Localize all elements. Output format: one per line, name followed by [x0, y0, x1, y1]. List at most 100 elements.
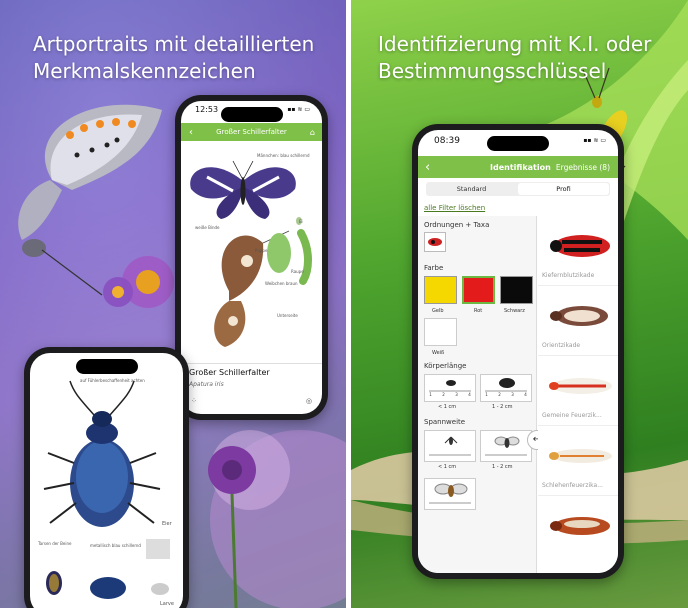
- result-name: Orientzikade: [542, 342, 581, 349]
- headline-right-line2: Bestimmungsschlüssel: [378, 59, 607, 83]
- footprint-icon[interactable]: ⁘: [191, 397, 197, 405]
- identification-nav-bar: ‹ Identifikation Ergebnisse (8): [418, 156, 618, 178]
- result-item[interactable]: Orientzikade: [538, 286, 618, 356]
- small-bug-icon: [429, 380, 471, 392]
- headline-left-line2: Merkmalskennzeichen: [33, 59, 256, 83]
- species-latin-name: Apatura iris: [189, 381, 224, 388]
- result-name: Kiefernblutzikade: [542, 272, 595, 279]
- color-label-red: Rot: [474, 308, 483, 314]
- status-icons: ▪▪ ≋ ▭: [287, 106, 310, 113]
- species-header-bar: ‹ Großer Schillerfalter ⌂: [181, 123, 322, 141]
- color-swatch-red[interactable]: [462, 276, 495, 304]
- headline-left-line1: Artportraits mit detaillierten: [33, 32, 315, 56]
- caption-white-band: weiße Binde: [195, 225, 220, 230]
- status-time: 12:53: [195, 105, 219, 114]
- ruler-ticks: 1 2 3 4: [424, 392, 476, 397]
- body-length-small[interactable]: [424, 374, 476, 402]
- back-chevron-icon[interactable]: ‹: [425, 160, 430, 175]
- segment-standard[interactable]: Standard: [426, 182, 517, 196]
- large-fly-icon: [429, 483, 471, 504]
- phone-screen: auf Fühlerbeschaffenheit achten Tarsen d…: [30, 353, 183, 608]
- result-item[interactable]: Kiefernblutzikade: [538, 216, 618, 286]
- ruler-tick: 3: [455, 392, 458, 397]
- headline-right-line1: Identifizierung mit K.I. oder: [378, 32, 652, 56]
- phone-screen: 08:39 ▪▪ ≋ ▭ ‹ Identifikation Ergebnisse…: [418, 130, 618, 573]
- body-length-small-label: < 1 cm: [438, 404, 457, 410]
- caption-egg: Ei: [299, 219, 303, 224]
- result-insect-image: [549, 378, 612, 394]
- ruler-tick: 3: [511, 392, 514, 397]
- status-time: 08:39: [434, 136, 460, 146]
- species-illustration: [190, 160, 312, 347]
- body-length-medium[interactable]: [480, 374, 532, 402]
- home-icon[interactable]: ⌂: [310, 128, 315, 137]
- order-filter-chip[interactable]: [424, 232, 446, 252]
- color-label-white: Weiß: [432, 350, 445, 356]
- phone-beetle-portrait: auf Fühlerbeschaffenheit achten Tarsen d…: [24, 347, 189, 608]
- species-header-title: Großer Schillerfalter: [216, 128, 287, 136]
- body-length-medium-label: 1 - 2 cm: [492, 404, 513, 410]
- dynamic-island: [75, 359, 138, 374]
- nav-title: Identifikation: [490, 162, 551, 172]
- phone-species-portrait: 12:53 ▪▪ ≋ ▭ ‹ Großer Schillerfalter ⌂ M…: [175, 95, 328, 420]
- wingspan-medium[interactable]: [480, 430, 532, 462]
- mode-segmented-control: Standard Profi: [426, 182, 610, 196]
- wingspan-small[interactable]: [424, 430, 476, 462]
- color-swatch-white[interactable]: [424, 318, 457, 346]
- left-promo-panel: Artportraits mit detaillierten Merkmalsk…: [0, 0, 346, 608]
- results-link[interactable]: Ergebnisse (8): [556, 163, 610, 172]
- caption-larva: Larve: [160, 601, 174, 607]
- result-insect-image: [549, 449, 612, 463]
- section-body-length-label: Körperlänge: [424, 362, 467, 370]
- color-swatch-yellow[interactable]: [424, 276, 457, 304]
- section-color-label: Farbe: [424, 264, 444, 272]
- color-label-black: Schwarz: [504, 308, 525, 314]
- caption-antennae: auf Fühlerbeschaffenheit achten: [80, 378, 145, 383]
- species-name: Großer Schillerfalter: [189, 368, 270, 377]
- back-chevron-icon[interactable]: ‹: [189, 127, 193, 138]
- caption-egg: Eier: [162, 521, 172, 527]
- phone-identification: 08:39 ▪▪ ≋ ▭ ‹ Identifikation Ergebnisse…: [412, 124, 624, 579]
- color-label-yellow: Gelb: [432, 308, 444, 314]
- bike-icon[interactable]: ◎: [306, 397, 312, 405]
- ruler-tick: 1: [429, 392, 432, 397]
- wingspan-small-label: < 1 cm: [438, 464, 457, 470]
- caption-pupa: Puppe: [255, 248, 268, 253]
- result-item[interactable]: [538, 496, 618, 566]
- right-promo-panel: Identifizierung mit K.I. oder Bestimmung…: [351, 0, 688, 608]
- color-swatch-black[interactable]: [500, 276, 533, 304]
- caption-caterpillar: Raupe: [291, 269, 304, 274]
- section-orders-label: Ordnungen + Taxa: [424, 221, 490, 229]
- ruler-tick: 2: [442, 392, 445, 397]
- result-name: Schlehenfeuerzika...: [542, 482, 603, 489]
- headline-right: Identifizierung mit K.I. oder Bestimmung…: [378, 31, 651, 85]
- ruler-ticks: 1 2 3 4: [480, 392, 532, 397]
- ruler-tick: 4: [524, 392, 527, 397]
- result-insect-image: [550, 306, 608, 326]
- dynamic-island: [220, 107, 283, 122]
- result-item[interactable]: Schlehenfeuerzika...: [538, 426, 618, 496]
- medium-fly-icon: [485, 436, 527, 456]
- wingspan-medium-label: 1 - 2 cm: [492, 464, 513, 470]
- result-insect-image: [550, 517, 610, 535]
- caption-male-wings: Männchen: blau schillernd: [257, 153, 310, 158]
- dynamic-island: [487, 136, 549, 151]
- beetle-illustration: [43, 380, 170, 599]
- divider: [181, 363, 322, 364]
- results-column: Kiefernblutzikade Orientzikade Gemeine F…: [538, 216, 618, 573]
- filter-column: Ordnungen + Taxa Farbe Gelb Rot Schwarz …: [418, 216, 537, 573]
- ruler-tick: 2: [498, 392, 501, 397]
- result-item[interactable]: Gemeine Feuerzik...: [538, 356, 618, 426]
- medium-bug-icon: [485, 378, 527, 392]
- segment-profi[interactable]: Profi: [518, 183, 609, 195]
- clear-filters-link[interactable]: alle Filter löschen: [424, 204, 485, 212]
- bug-icon: [428, 238, 442, 246]
- result-name: Gemeine Feuerzik...: [542, 412, 602, 419]
- section-wingspan-label: Spannweite: [424, 418, 466, 426]
- phone-screen: 12:53 ▪▪ ≋ ▭ ‹ Großer Schillerfalter ⌂ M…: [181, 101, 322, 414]
- ruler-tick: 1: [485, 392, 488, 397]
- headline-left: Artportraits mit detaillierten Merkmalsk…: [33, 31, 314, 85]
- ruler-tick: 4: [468, 392, 471, 397]
- caption-female: Weibchen braun: [265, 281, 298, 286]
- wingspan-large[interactable]: [424, 478, 476, 510]
